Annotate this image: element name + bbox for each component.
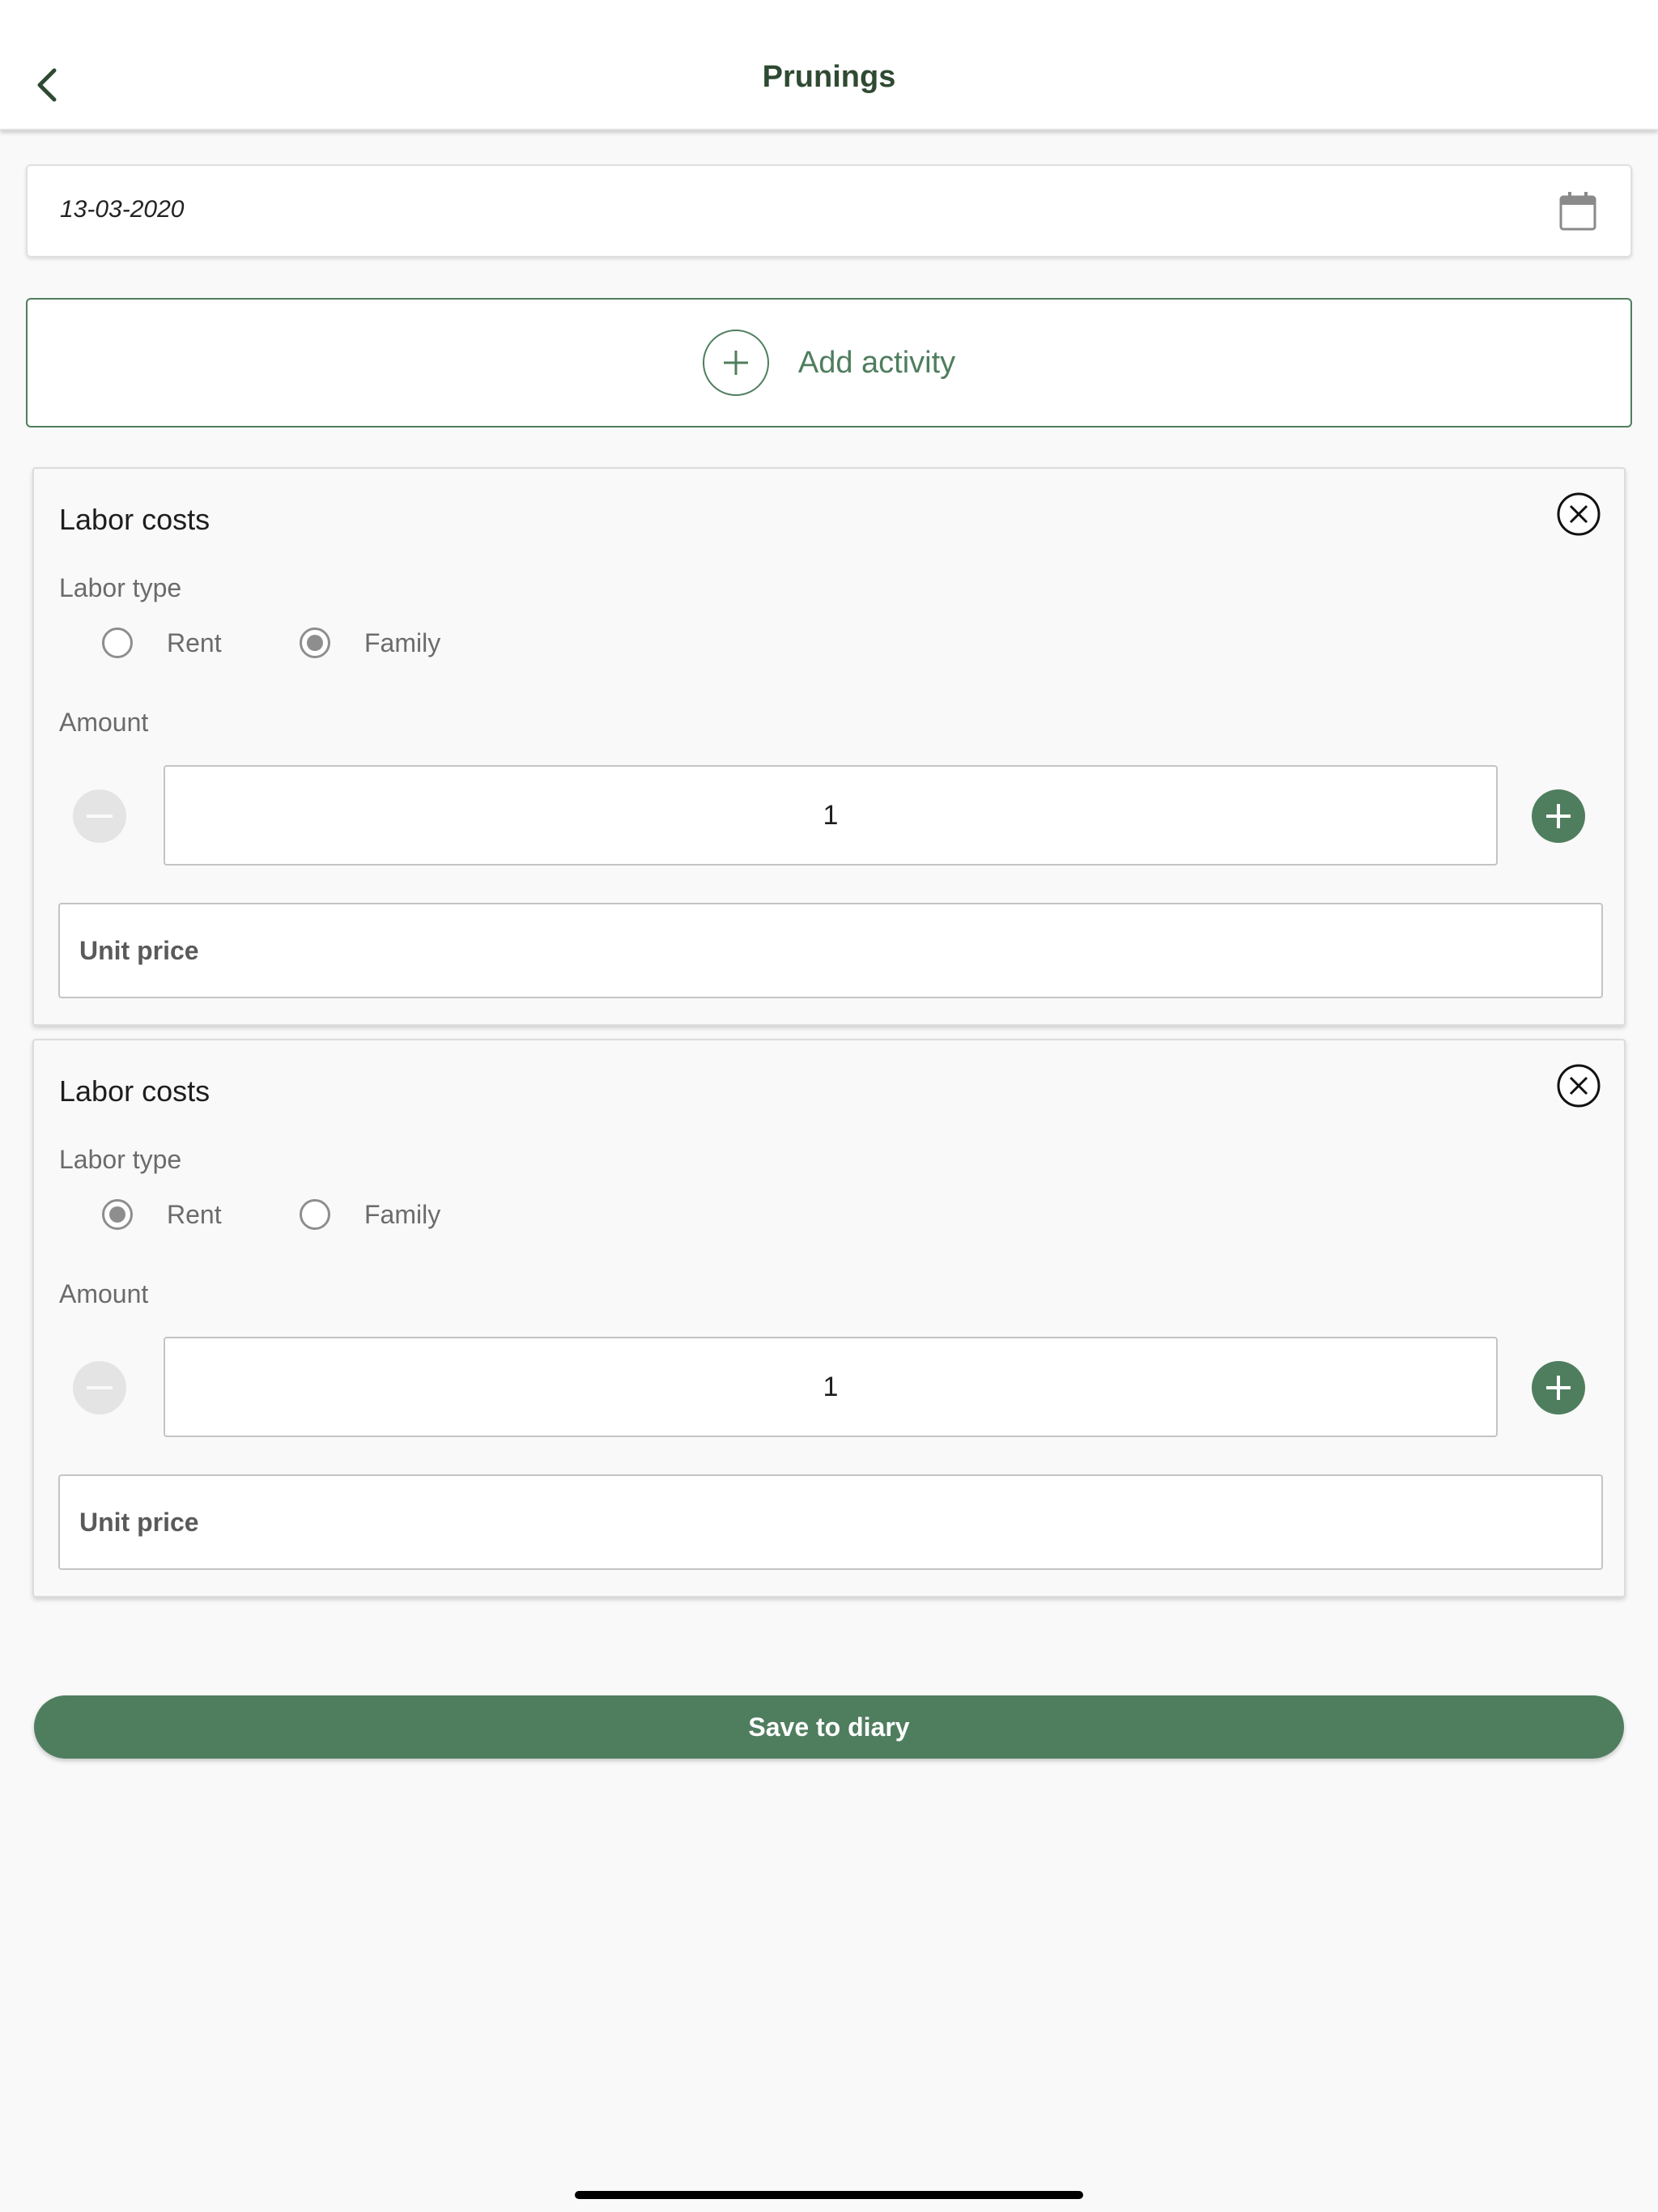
decrement-button[interactable] (73, 1361, 126, 1414)
increment-button[interactable] (1532, 789, 1585, 843)
amount-label: Amount (59, 708, 149, 737)
radio-family[interactable]: Family (300, 1199, 440, 1230)
add-activity-label: Add activity (797, 345, 956, 380)
amount-input[interactable] (164, 765, 1498, 866)
radio-circle (102, 627, 133, 658)
amount-label: Amount (59, 1279, 149, 1308)
date-field[interactable]: 13-03-2020 (26, 164, 1632, 257)
radio-label: Family (364, 1199, 441, 1229)
labor-costs-card: Labor costs Labor type Rent Family Amoun… (32, 1039, 1626, 1597)
decrement-button[interactable] (73, 789, 126, 843)
increment-button[interactable] (1532, 1361, 1585, 1414)
date-value: 13-03-2020 (60, 196, 185, 223)
save-to-diary-button[interactable]: Save to diary (34, 1695, 1624, 1759)
radio-circle (102, 1199, 133, 1230)
close-icon[interactable] (1556, 491, 1601, 537)
plus-circle-icon (702, 330, 769, 396)
unit-price-input[interactable] (58, 1474, 1603, 1570)
radio-family[interactable]: Family (300, 627, 440, 658)
page-title: Prunings (762, 60, 896, 94)
unit-price-input[interactable] (58, 903, 1603, 998)
amount-input[interactable] (164, 1337, 1498, 1437)
radio-label: Family (364, 627, 441, 657)
app-header: Prunings (0, 0, 1658, 130)
labor-costs-card: Labor costs Labor type Rent Family Amoun… (32, 467, 1626, 1026)
add-activity-button[interactable]: Add activity (26, 298, 1632, 428)
minus-icon (87, 815, 113, 818)
radio-circle (300, 627, 330, 658)
radio-label: Rent (167, 627, 222, 657)
radio-rent[interactable]: Rent (102, 627, 222, 658)
card-title: Labor costs (59, 1074, 210, 1108)
calendar-icon[interactable] (1558, 190, 1598, 232)
radio-rent[interactable]: Rent (102, 1199, 222, 1230)
card-title: Labor costs (59, 503, 210, 536)
radio-label: Rent (167, 1199, 222, 1229)
plus-icon (1546, 804, 1571, 828)
plus-icon (1546, 1376, 1571, 1400)
labor-type-label: Labor type (59, 1145, 182, 1174)
home-indicator[interactable] (575, 2191, 1083, 2199)
minus-icon (87, 1386, 113, 1389)
close-icon[interactable] (1556, 1063, 1601, 1108)
radio-circle (300, 1199, 330, 1230)
labor-type-label: Labor type (59, 573, 182, 602)
